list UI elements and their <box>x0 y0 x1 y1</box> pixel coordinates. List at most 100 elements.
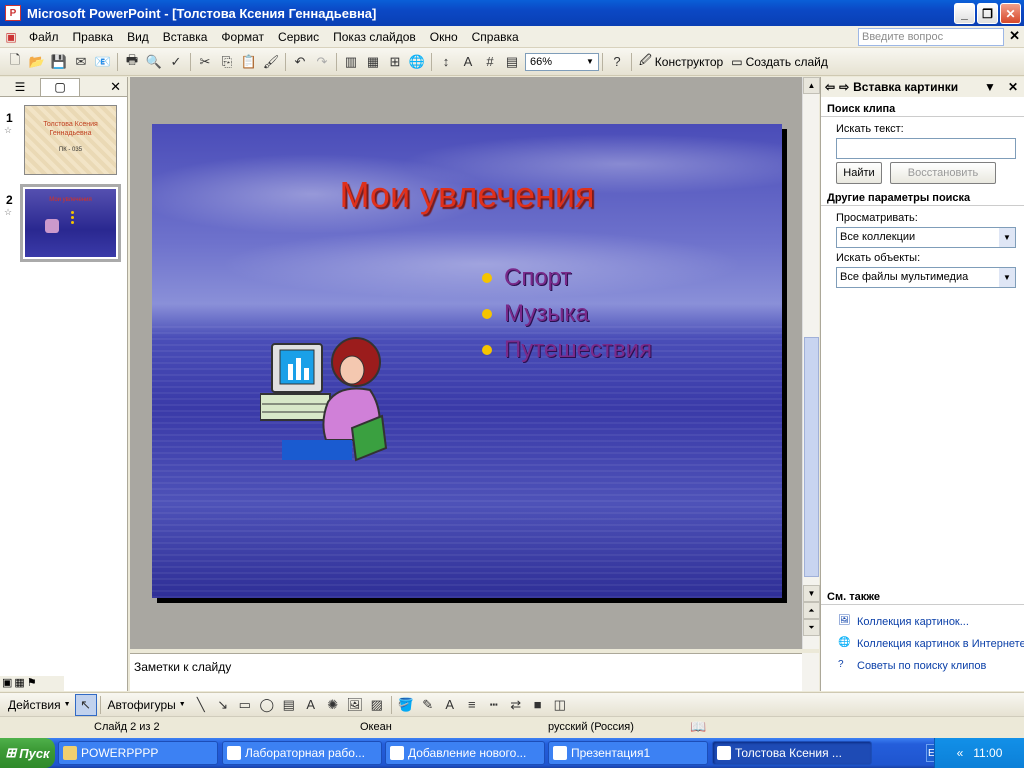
rectangle-icon[interactable]: ▭ <box>234 694 256 716</box>
help-icon[interactable]: ? <box>606 51 628 73</box>
vertical-scrollbar[interactable]: ▲ ▼ ⏶ ⏷ <box>802 77 820 649</box>
dash-style-icon[interactable]: ┅ <box>483 694 505 716</box>
search-tips-link[interactable]: ? Советы по поиску клипов <box>821 655 1024 677</box>
textbox-icon[interactable]: ▤ <box>278 694 300 716</box>
preview-icon[interactable]: 🔍 <box>143 51 165 73</box>
insert-chart-icon[interactable]: ▥ <box>340 51 362 73</box>
close-doc-icon[interactable]: ✕ <box>1009 28 1020 44</box>
taskbar-item-active[interactable]: Толстова Ксения ... <box>712 741 872 765</box>
menu-view[interactable]: Вид <box>120 26 156 48</box>
chevron-left-icon[interactable]: « <box>957 746 964 760</box>
line-color-icon[interactable]: ✎ <box>417 694 439 716</box>
picture-icon[interactable]: ▨ <box>366 694 388 716</box>
minimize-button[interactable]: _ <box>954 3 975 24</box>
taskbar-item[interactable]: Лабораторная рабо... <box>222 741 382 765</box>
grid-icon[interactable]: # <box>479 51 501 73</box>
new-icon[interactable]: 🗋 <box>4 51 26 73</box>
oval-icon[interactable]: ◯ <box>256 694 278 716</box>
tab-slides[interactable]: ▢ <box>40 77 80 96</box>
find-button[interactable]: Найти <box>836 162 882 184</box>
menu-slideshow[interactable]: Показ слайдов <box>326 26 423 48</box>
slideshow-view-icon[interactable]: ⚑ <box>27 676 37 691</box>
prev-slide-icon[interactable]: ⏶ <box>803 602 820 619</box>
taskbar-item[interactable]: POWERPPPP <box>58 741 218 765</box>
notes-scrollbar[interactable] <box>802 653 819 691</box>
zoom-select[interactable]: 66% ▼ <box>525 52 599 71</box>
insert-table-icon[interactable]: ▦ <box>362 51 384 73</box>
expand-all-icon[interactable]: ↕ <box>435 51 457 73</box>
show-formatting-icon[interactable]: A <box>457 51 479 73</box>
objects-select[interactable]: Все файлы мультимедиа ▼ <box>836 267 1016 288</box>
start-button[interactable]: ⊞ Пуск <box>0 738 55 768</box>
email-icon[interactable]: 📧 <box>92 51 114 73</box>
spellcheck-icon[interactable]: 📖 <box>690 719 706 735</box>
close-window-button[interactable]: ✕ <box>1000 3 1021 24</box>
close-icon[interactable]: ✕ <box>1008 80 1018 94</box>
tab-outline[interactable]: ☰ <box>0 78 40 96</box>
doc-icon[interactable]: ▣ <box>0 26 22 48</box>
search-text-input[interactable] <box>836 138 1016 159</box>
notes-pane[interactable]: Заметки к слайду <box>130 653 802 691</box>
format-painter-icon[interactable]: 🖌 <box>260 51 282 73</box>
copy-icon[interactable]: ⎘ <box>216 51 238 73</box>
3d-icon[interactable]: ◫ <box>549 694 571 716</box>
restore-button[interactable]: ❐ <box>977 3 998 24</box>
actions-menu[interactable]: Действия ▼ <box>4 698 75 712</box>
font-color-icon[interactable]: A <box>439 694 461 716</box>
close-pane-icon[interactable]: ✕ <box>110 79 121 95</box>
arrow-style-icon[interactable]: ⇄ <box>505 694 527 716</box>
diagram-icon[interactable]: ✺ <box>322 694 344 716</box>
chevron-down-icon[interactable]: ▼ <box>984 80 996 94</box>
help-search-input[interactable]: Введите вопрос <box>858 28 1004 46</box>
spelling-icon[interactable]: ✓ <box>165 51 187 73</box>
scroll-up-icon[interactable]: ▲ <box>803 77 820 94</box>
sorter-view-icon[interactable]: ▦ <box>14 676 24 691</box>
menu-window[interactable]: Окно <box>423 26 465 48</box>
normal-view-icon[interactable]: ▣ <box>2 676 12 691</box>
color-grayscale-icon[interactable]: ▤ <box>501 51 523 73</box>
paste-icon[interactable]: 📋 <box>238 51 260 73</box>
designer-button[interactable]: 🖉 Конструктор <box>635 51 727 72</box>
computer-user-clipart[interactable] <box>260 332 390 462</box>
hyperlink-icon[interactable]: 🌐 <box>406 51 428 73</box>
tables-borders-icon[interactable]: ⊞ <box>384 51 406 73</box>
bullet-list[interactable]: Спорт Музыка Путешествия <box>482 260 652 368</box>
print-icon[interactable]: 🖶 <box>121 51 143 73</box>
taskbar-item[interactable]: Добавление нового... <box>385 741 545 765</box>
clipart-online-link[interactable]: 🌐 Коллекция картинок в Интернете <box>821 633 1024 655</box>
scroll-down-icon[interactable]: ▼ <box>803 585 820 602</box>
back-icon[interactable]: ⇦ <box>825 80 835 94</box>
open-icon[interactable]: 📂 <box>26 51 48 73</box>
menu-edit[interactable]: Правка <box>66 26 121 48</box>
new-slide-button[interactable]: ▭ Создать слайд <box>727 55 832 69</box>
save-icon[interactable]: 💾 <box>48 51 70 73</box>
slide-thumbnail-2[interactable]: Мои увлечения <box>20 184 121 262</box>
cut-icon[interactable]: ✂ <box>194 51 216 73</box>
slide-title[interactable]: Мои увлечения <box>152 174 782 216</box>
autoshapes-menu[interactable]: Автофигуры ▼ <box>104 698 190 712</box>
menu-file[interactable]: Файл <box>22 26 66 48</box>
next-slide-icon[interactable]: ⏷ <box>803 619 820 636</box>
current-slide[interactable]: Мои увлечения Спорт Музыка Путешествия <box>152 124 782 598</box>
shadow-icon[interactable]: ■ <box>527 694 549 716</box>
scroll-thumb[interactable] <box>804 337 819 577</box>
clip-organizer-link[interactable]: 🖼 Коллекция картинок... <box>821 611 1024 633</box>
restore-button[interactable]: Восстановить <box>890 162 996 184</box>
permission-icon[interactable]: ✉ <box>70 51 92 73</box>
slide-thumbnail-1[interactable]: Толстова Ксения Геннадьевна ПК - 035 <box>24 105 117 175</box>
menu-help[interactable]: Справка <box>465 26 526 48</box>
wordart-icon[interactable]: A <box>300 694 322 716</box>
taskbar-item[interactable]: Презентация1 <box>548 741 708 765</box>
line-icon[interactable]: ╲ <box>190 694 212 716</box>
undo-icon[interactable]: ↶ <box>289 51 311 73</box>
arrow-icon[interactable]: ↘ <box>212 694 234 716</box>
line-style-icon[interactable]: ≡ <box>461 694 483 716</box>
clipart-icon[interactable]: 🖼 <box>344 694 366 716</box>
browse-select[interactable]: Все коллекции ▼ <box>836 227 1016 248</box>
forward-icon[interactable]: ⇨ <box>839 80 849 94</box>
menu-format[interactable]: Формат <box>214 26 271 48</box>
fill-color-icon[interactable]: 🪣 <box>395 694 417 716</box>
menu-insert[interactable]: Вставка <box>156 26 215 48</box>
select-pointer-icon[interactable]: ↖ <box>74 693 97 716</box>
menu-tools[interactable]: Сервис <box>271 26 326 48</box>
